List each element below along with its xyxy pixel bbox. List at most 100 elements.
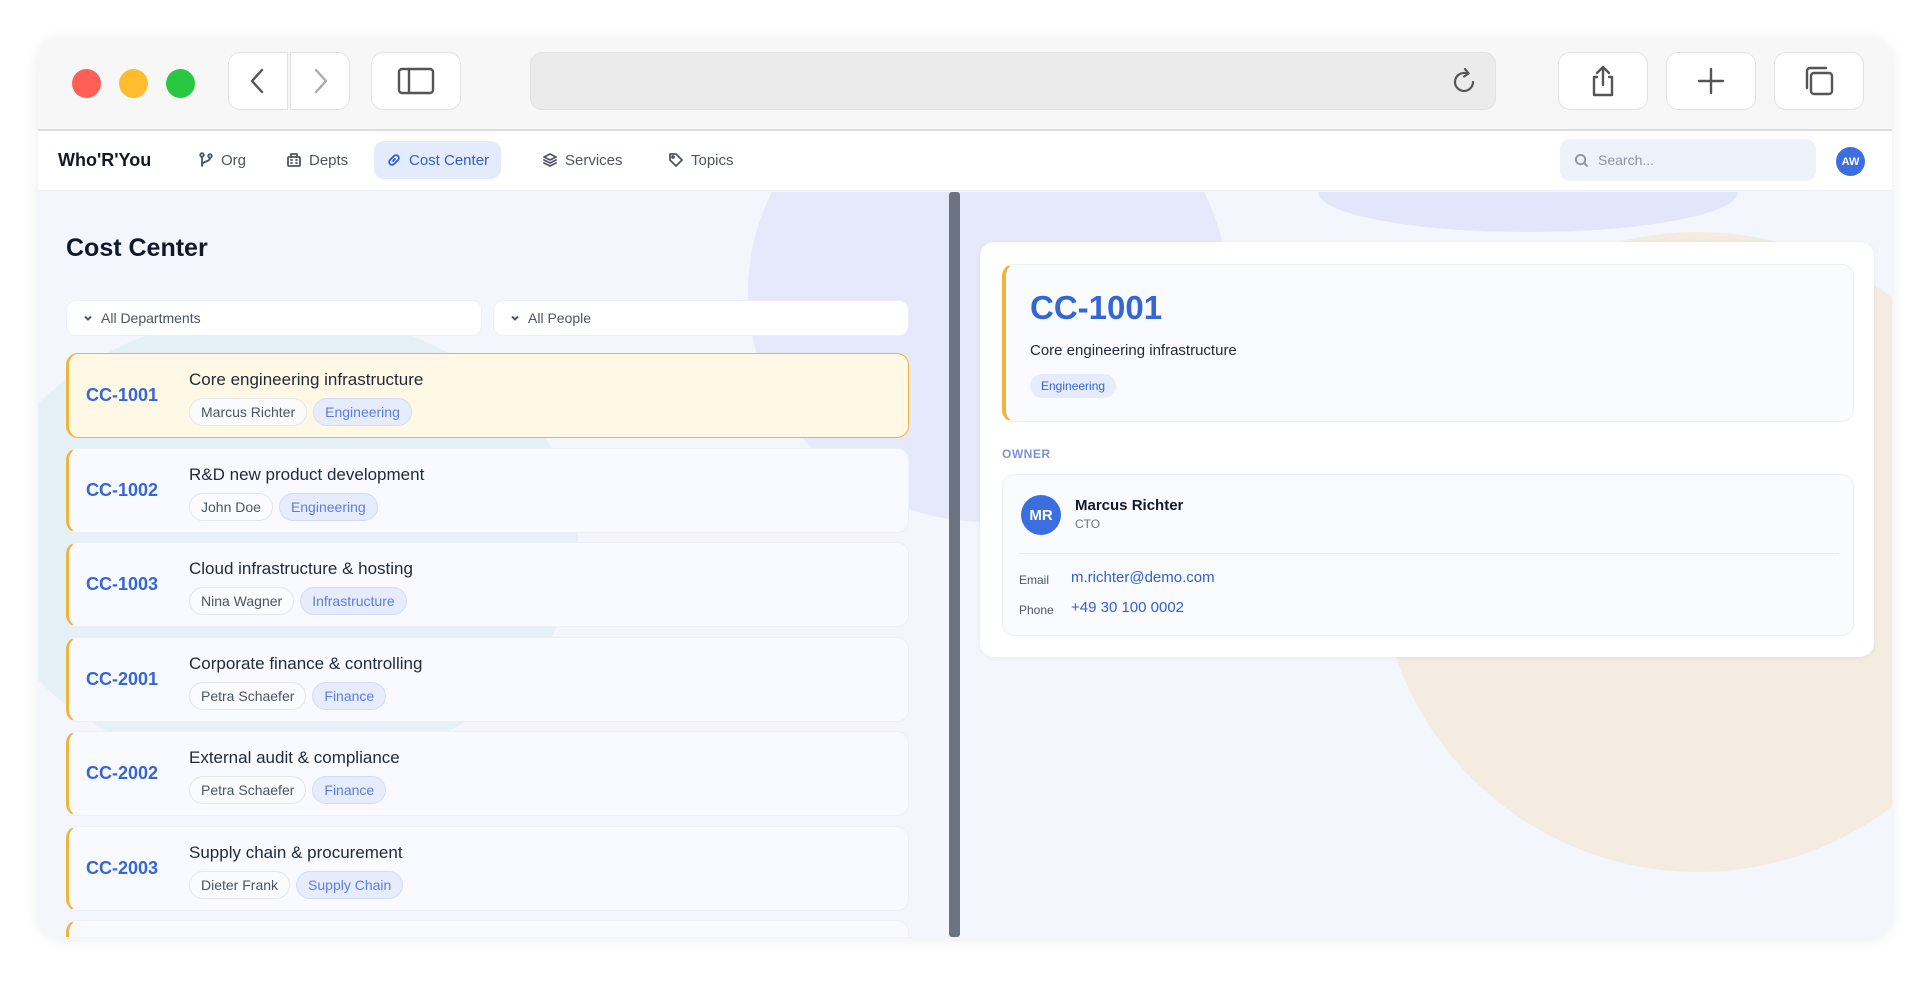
cost-center-description: External audit & compliance: [189, 748, 400, 767]
cost-center-detail-card: CC-1001 Core engineering infrastructure …: [980, 242, 1874, 657]
owner-avatar: MR: [1021, 495, 1061, 535]
cost-center-tags: Dieter Frank Supply Chain: [189, 870, 404, 899]
department-tag: Infrastructure: [300, 587, 407, 615]
department-tag: Supply Chain: [296, 870, 404, 899]
cost-center-tags: Petra Schaefer Finance: [189, 681, 387, 710]
app-header: Who'R'You Org Depts Cost Center Services…: [38, 131, 1892, 191]
people-filter-value: All People: [528, 310, 592, 326]
building-icon: [287, 153, 301, 167]
cost-center-code: CC-1003: [86, 574, 159, 594]
user-avatar[interactable]: AW: [1836, 147, 1865, 176]
email-label: Email: [1019, 573, 1050, 587]
minimize-window-button[interactable]: [119, 69, 148, 98]
department-tag: Engineering: [313, 398, 412, 426]
cost-center-code: CC-1001: [86, 385, 159, 405]
detail-code: CC-1001: [1030, 289, 1163, 326]
people-filter-select[interactable]: All People: [493, 300, 909, 336]
reload-icon[interactable]: [1449, 67, 1479, 97]
cost-center-tags: Petra Schaefer Finance: [189, 776, 387, 804]
browser-toolbar: [38, 37, 1892, 131]
phone-link[interactable]: +49 30 100 0002: [1071, 599, 1184, 616]
nav-tab-services[interactable]: Services: [530, 141, 635, 179]
cost-center-item[interactable]: CC-2003 Supply chain & procurement Diete…: [66, 825, 909, 911]
cost-center-tags: Nina Wagner Infrastructure: [189, 587, 407, 615]
divider: [1019, 553, 1839, 554]
cost-center-item[interactable]: CC-1002 R&D new product development John…: [66, 447, 909, 533]
sidebar-icon: [397, 67, 435, 95]
nav-tab-label: Cost Center: [409, 151, 490, 169]
cost-center-description: R&D new product development: [189, 464, 425, 484]
cost-center-code: CC-2003: [86, 857, 159, 878]
detail-department-tag: Engineering: [1030, 374, 1117, 398]
search-input[interactable]: Search...: [1560, 139, 1816, 181]
cost-center-description: Supply chain & procurement: [189, 842, 403, 862]
owner-tag: Marcus Richter: [189, 398, 308, 426]
search-icon: [1574, 153, 1589, 167]
owner-section-label: OWNER: [1002, 447, 1051, 461]
nav-tab-cost-center[interactable]: Cost Center: [374, 141, 502, 179]
nav-tab-org[interactable]: Org: [186, 141, 258, 179]
nav-tab-label: Topics: [691, 151, 734, 169]
plus-icon: [1697, 67, 1725, 95]
maximize-window-button[interactable]: [166, 69, 195, 98]
cost-center-description: Cloud infrastructure & hosting: [189, 559, 413, 578]
owner-role: CTO: [1075, 517, 1101, 531]
department-tag: Finance: [312, 776, 387, 804]
tab-overview-button[interactable]: [1774, 52, 1864, 110]
cost-center-code: CC-2001: [86, 668, 159, 689]
chevron-down-icon: [84, 315, 92, 321]
cost-center-code: CC-1002: [86, 479, 159, 500]
owner-card: MR Marcus Richter CTO Email m.richter@de…: [1002, 474, 1854, 636]
main-content: Cost Center All Departments All People C…: [38, 192, 1892, 937]
nav-tab-label: Depts: [309, 151, 349, 169]
sidebar-toggle-button[interactable]: [371, 52, 461, 110]
back-button[interactable]: [228, 52, 288, 110]
owner-name: Marcus Richter: [1075, 497, 1184, 514]
cost-center-item-partial[interactable]: [66, 920, 909, 937]
cost-center-list-pane: Cost Center All Departments All People C…: [38, 192, 949, 937]
pane-resize-handle[interactable]: [949, 192, 960, 937]
tabs-icon: [1805, 66, 1834, 96]
detail-header: CC-1001 Core engineering infrastructure …: [1002, 264, 1854, 422]
owner-tag: Petra Schaefer: [189, 776, 307, 804]
cost-center-tags: Marcus Richter Engineering: [189, 398, 412, 426]
browser-window: Who'R'You Org Depts Cost Center Services…: [38, 37, 1892, 937]
department-tag: Engineering: [278, 492, 378, 521]
cost-center-description: Corporate finance & controlling: [189, 653, 423, 673]
close-window-button[interactable]: [72, 69, 101, 98]
nav-tab-topics[interactable]: Topics: [656, 141, 746, 179]
cost-center-item[interactable]: CC-2001 Corporate finance & controlling …: [66, 636, 909, 722]
nav-tab-label: Services: [565, 151, 623, 169]
department-filter-select[interactable]: All Departments: [66, 300, 482, 336]
address-bar[interactable]: [530, 52, 1496, 110]
nav-tab-depts[interactable]: Depts: [274, 141, 360, 179]
page-title: Cost Center: [66, 234, 208, 262]
search-placeholder: Search...: [1598, 152, 1655, 168]
email-link[interactable]: m.richter@demo.com: [1071, 569, 1215, 586]
chevron-left-icon: [250, 68, 264, 94]
app-brand[interactable]: Who'R'You: [58, 150, 151, 171]
link-icon: [388, 154, 400, 166]
share-button[interactable]: [1558, 52, 1648, 110]
share-icon: [1592, 65, 1614, 97]
forward-button[interactable]: [290, 52, 350, 110]
cost-center-description: Core engineering infrastructure: [189, 370, 424, 389]
tag-icon: [669, 153, 683, 167]
detail-description: Core engineering infrastructure: [1030, 342, 1237, 359]
cost-center-tags: John Doe Engineering: [189, 492, 378, 521]
owner-tag: Petra Schaefer: [189, 681, 307, 710]
department-filter-value: All Departments: [101, 310, 201, 326]
owner-tag: John Doe: [189, 492, 273, 521]
layers-icon: [543, 153, 557, 167]
new-tab-button[interactable]: [1666, 52, 1756, 110]
owner-tag: Dieter Frank: [189, 870, 291, 899]
cost-center-item[interactable]: CC-2002 External audit & compliance Petr…: [66, 731, 909, 816]
chevron-right-icon: [314, 68, 328, 94]
chevron-down-icon: [511, 315, 519, 321]
detail-pane: CC-1001 Core engineering infrastructure …: [960, 192, 1892, 937]
cost-center-item[interactable]: CC-1001 Core engineering infrastructure …: [66, 353, 909, 438]
nav-tab-label: Org: [221, 151, 247, 169]
cost-center-item[interactable]: CC-1003 Cloud infrastructure & hosting N…: [66, 542, 909, 627]
cost-center-list: CC-1001 Core engineering infrastructure …: [66, 353, 909, 937]
git-branch-icon: [199, 152, 213, 167]
